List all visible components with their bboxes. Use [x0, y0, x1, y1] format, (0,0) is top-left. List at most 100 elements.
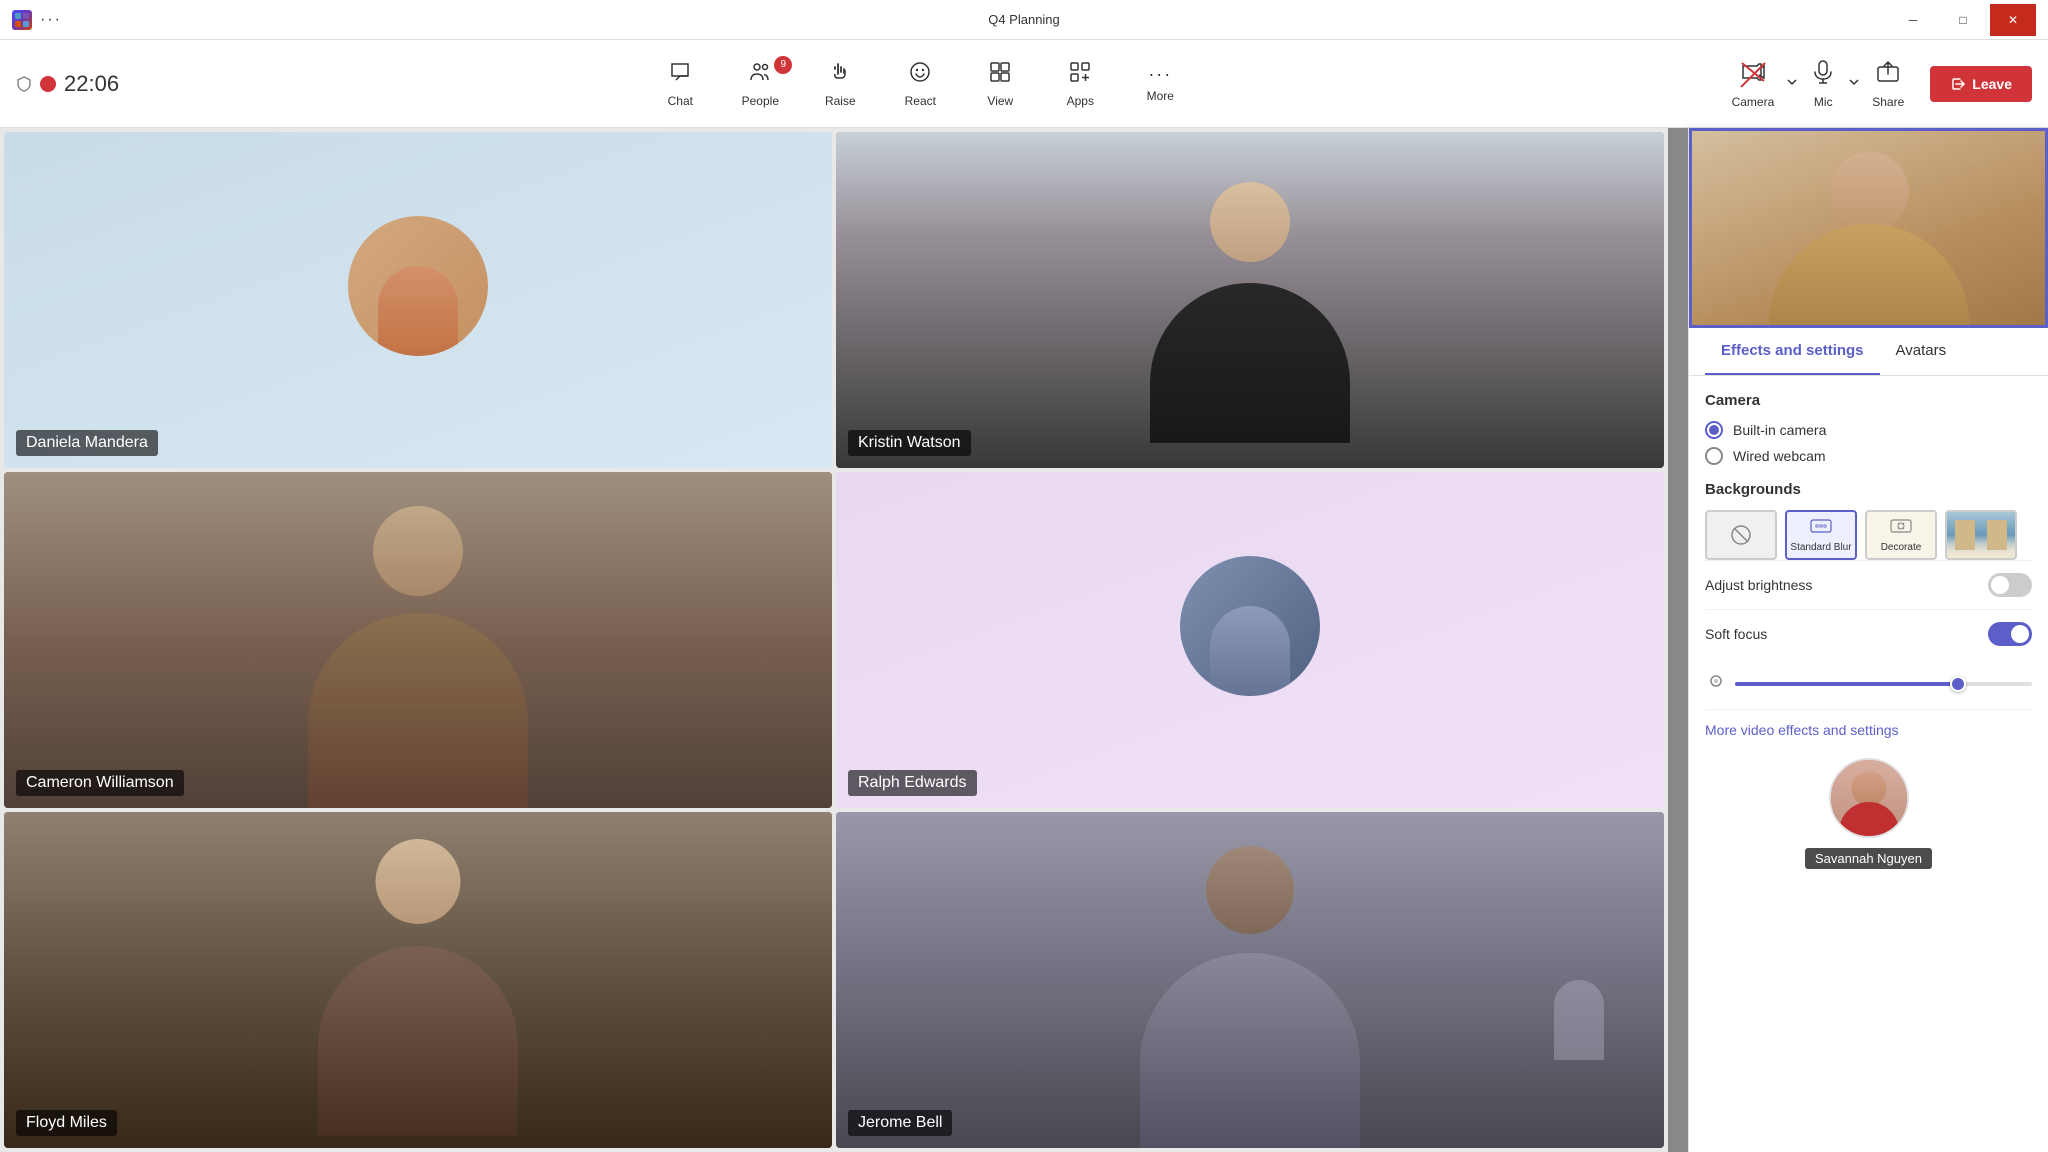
apps-button[interactable]: Apps: [1040, 52, 1120, 116]
shield-icon: [16, 76, 32, 92]
minimize-button[interactable]: ─: [1890, 4, 1936, 36]
react-label: React: [905, 94, 936, 108]
participant-cell-jerome: Jerome Bell: [836, 812, 1664, 1148]
effects-panel: Effects and settings Avatars Camera Buil…: [1688, 128, 2048, 1152]
raise-button[interactable]: Raise: [800, 52, 880, 116]
panel-tabs: Effects and settings Avatars: [1689, 328, 2048, 376]
brightness-toggle[interactable]: [1988, 573, 2032, 597]
tab-effects[interactable]: Effects and settings: [1705, 328, 1880, 375]
control-bar: 22:06 Chat People 9: [0, 40, 2048, 128]
decorate-label: Decorate: [1881, 542, 1922, 553]
people-button[interactable]: People 9: [720, 52, 800, 116]
radio-wired[interactable]: Wired webcam: [1705, 447, 2032, 465]
people-icon: [748, 60, 772, 90]
third-col-partial: [1668, 128, 1688, 1152]
leave-icon: [1950, 76, 1966, 92]
more-button[interactable]: ··· More: [1120, 56, 1200, 111]
more-settings-link[interactable]: More video effects and settings: [1705, 709, 2032, 750]
app-icon: [12, 10, 32, 30]
participant-name-ralph: Ralph Edwards: [848, 770, 977, 796]
view-button[interactable]: View: [960, 52, 1040, 116]
radio-builtin-label: Built-in camera: [1733, 422, 1826, 438]
chat-label: Chat: [668, 94, 693, 108]
participant-cell-daniela: Daniela Mandera: [4, 132, 832, 468]
brightness-row: Adjust brightness: [1705, 560, 2032, 609]
backgrounds-section: Backgrounds: [1705, 481, 2032, 560]
mic-icon: [1810, 59, 1836, 91]
camera-button[interactable]: Camera: [1722, 51, 1785, 117]
participant-name-floyd: Floyd Miles: [16, 1110, 117, 1136]
brightness-label: Adjust brightness: [1705, 577, 1812, 593]
window-title: Q4 Planning: [988, 12, 1060, 27]
title-bar: ··· Q4 Planning ─ □ ✕: [0, 0, 2048, 40]
decorate-icon: [1890, 517, 1912, 540]
mic-control: Mic: [1800, 51, 1862, 117]
react-icon: [908, 60, 932, 90]
status-area: 22:06: [16, 71, 119, 97]
view-label: View: [987, 94, 1013, 108]
softfocus-label: Soft focus: [1705, 626, 1767, 642]
more-label: More: [1147, 89, 1174, 103]
leave-button[interactable]: Leave: [1930, 66, 2032, 102]
bg-option-blur[interactable]: Standard Blur: [1785, 510, 1857, 560]
recording-indicator: [40, 76, 56, 92]
camera-label: Camera: [1732, 95, 1775, 109]
softfocus-toggle[interactable]: [1988, 622, 2032, 646]
participant-name-cameron: Cameron Williamson: [16, 770, 184, 796]
mic-label: Mic: [1814, 95, 1833, 109]
savannah-label-area: Savannah Nguyen: [1705, 846, 2032, 872]
softfocus-slider-row: [1705, 662, 2032, 705]
participant-cell-floyd: Floyd Miles: [4, 812, 832, 1148]
people-badge: 9: [774, 56, 792, 74]
chat-icon: [668, 60, 692, 90]
participant-name-jerome: Jerome Bell: [848, 1110, 952, 1136]
share-button[interactable]: Share: [1862, 51, 1914, 117]
participant-cell-ralph: Ralph Edwards: [836, 472, 1664, 808]
raise-label: Raise: [825, 94, 856, 108]
camera-icon: [1740, 59, 1766, 91]
softfocus-slider[interactable]: [1735, 682, 2032, 686]
apps-label: Apps: [1067, 94, 1094, 108]
maximize-button[interactable]: □: [1940, 4, 1986, 36]
more-options-button[interactable]: ···: [40, 11, 62, 29]
camera-arrow-button[interactable]: [1784, 72, 1800, 95]
share-icon: [1875, 59, 1901, 91]
mic-arrow-button[interactable]: [1846, 72, 1862, 95]
people-label: People: [742, 94, 779, 108]
participant-name-daniela: Daniela Mandera: [16, 430, 158, 456]
bottom-preview: [1705, 750, 2032, 846]
camera-section-title: Camera: [1705, 392, 2032, 409]
savannah-name: Savannah Nguyen: [1805, 848, 1932, 869]
window-controls: ─ □ ✕: [1890, 4, 2036, 36]
leave-label: Leave: [1972, 76, 2012, 92]
mic-button[interactable]: Mic: [1800, 51, 1846, 117]
bg-option-none[interactable]: [1705, 510, 1777, 560]
participant-name-kristin: Kristin Watson: [848, 430, 971, 456]
preview-avatar: [1829, 758, 1909, 838]
bg-option-decorate[interactable]: Decorate: [1865, 510, 1937, 560]
participant-cell-kristin: Kristin Watson: [836, 132, 1664, 468]
view-icon: [988, 60, 1012, 90]
radio-wired-label: Wired webcam: [1733, 448, 1826, 464]
radio-wired-circle: [1705, 447, 1723, 465]
blur-icon: [1810, 517, 1832, 540]
tab-avatars[interactable]: Avatars: [1880, 328, 1963, 375]
more-icon: ···: [1148, 64, 1172, 85]
video-grid: Daniela Mandera Kristin Watson Cameron W…: [0, 128, 1668, 1152]
camera-preview: [1689, 128, 2048, 328]
main-content: Daniela Mandera Kristin Watson Cameron W…: [0, 128, 2048, 1152]
close-button[interactable]: ✕: [1990, 4, 2036, 36]
softfocus-row: Soft focus: [1705, 609, 2032, 658]
bg-option-room[interactable]: [1945, 510, 2017, 560]
blur-label: Standard Blur: [1790, 542, 1851, 553]
radio-builtin[interactable]: Built-in camera: [1705, 421, 2032, 439]
panel-body: Camera Built-in camera Wired webcam Back…: [1689, 376, 2048, 1152]
chat-button[interactable]: Chat: [640, 52, 720, 116]
softfocus-low-icon: [1705, 670, 1727, 697]
radio-builtin-circle: [1705, 421, 1723, 439]
react-button[interactable]: React: [880, 52, 960, 116]
call-timer: 22:06: [64, 71, 119, 97]
camera-section: Camera Built-in camera Wired webcam: [1705, 392, 2032, 465]
toolbar-buttons: Chat People 9 Raise: [640, 52, 1200, 116]
raise-icon: [828, 60, 852, 90]
